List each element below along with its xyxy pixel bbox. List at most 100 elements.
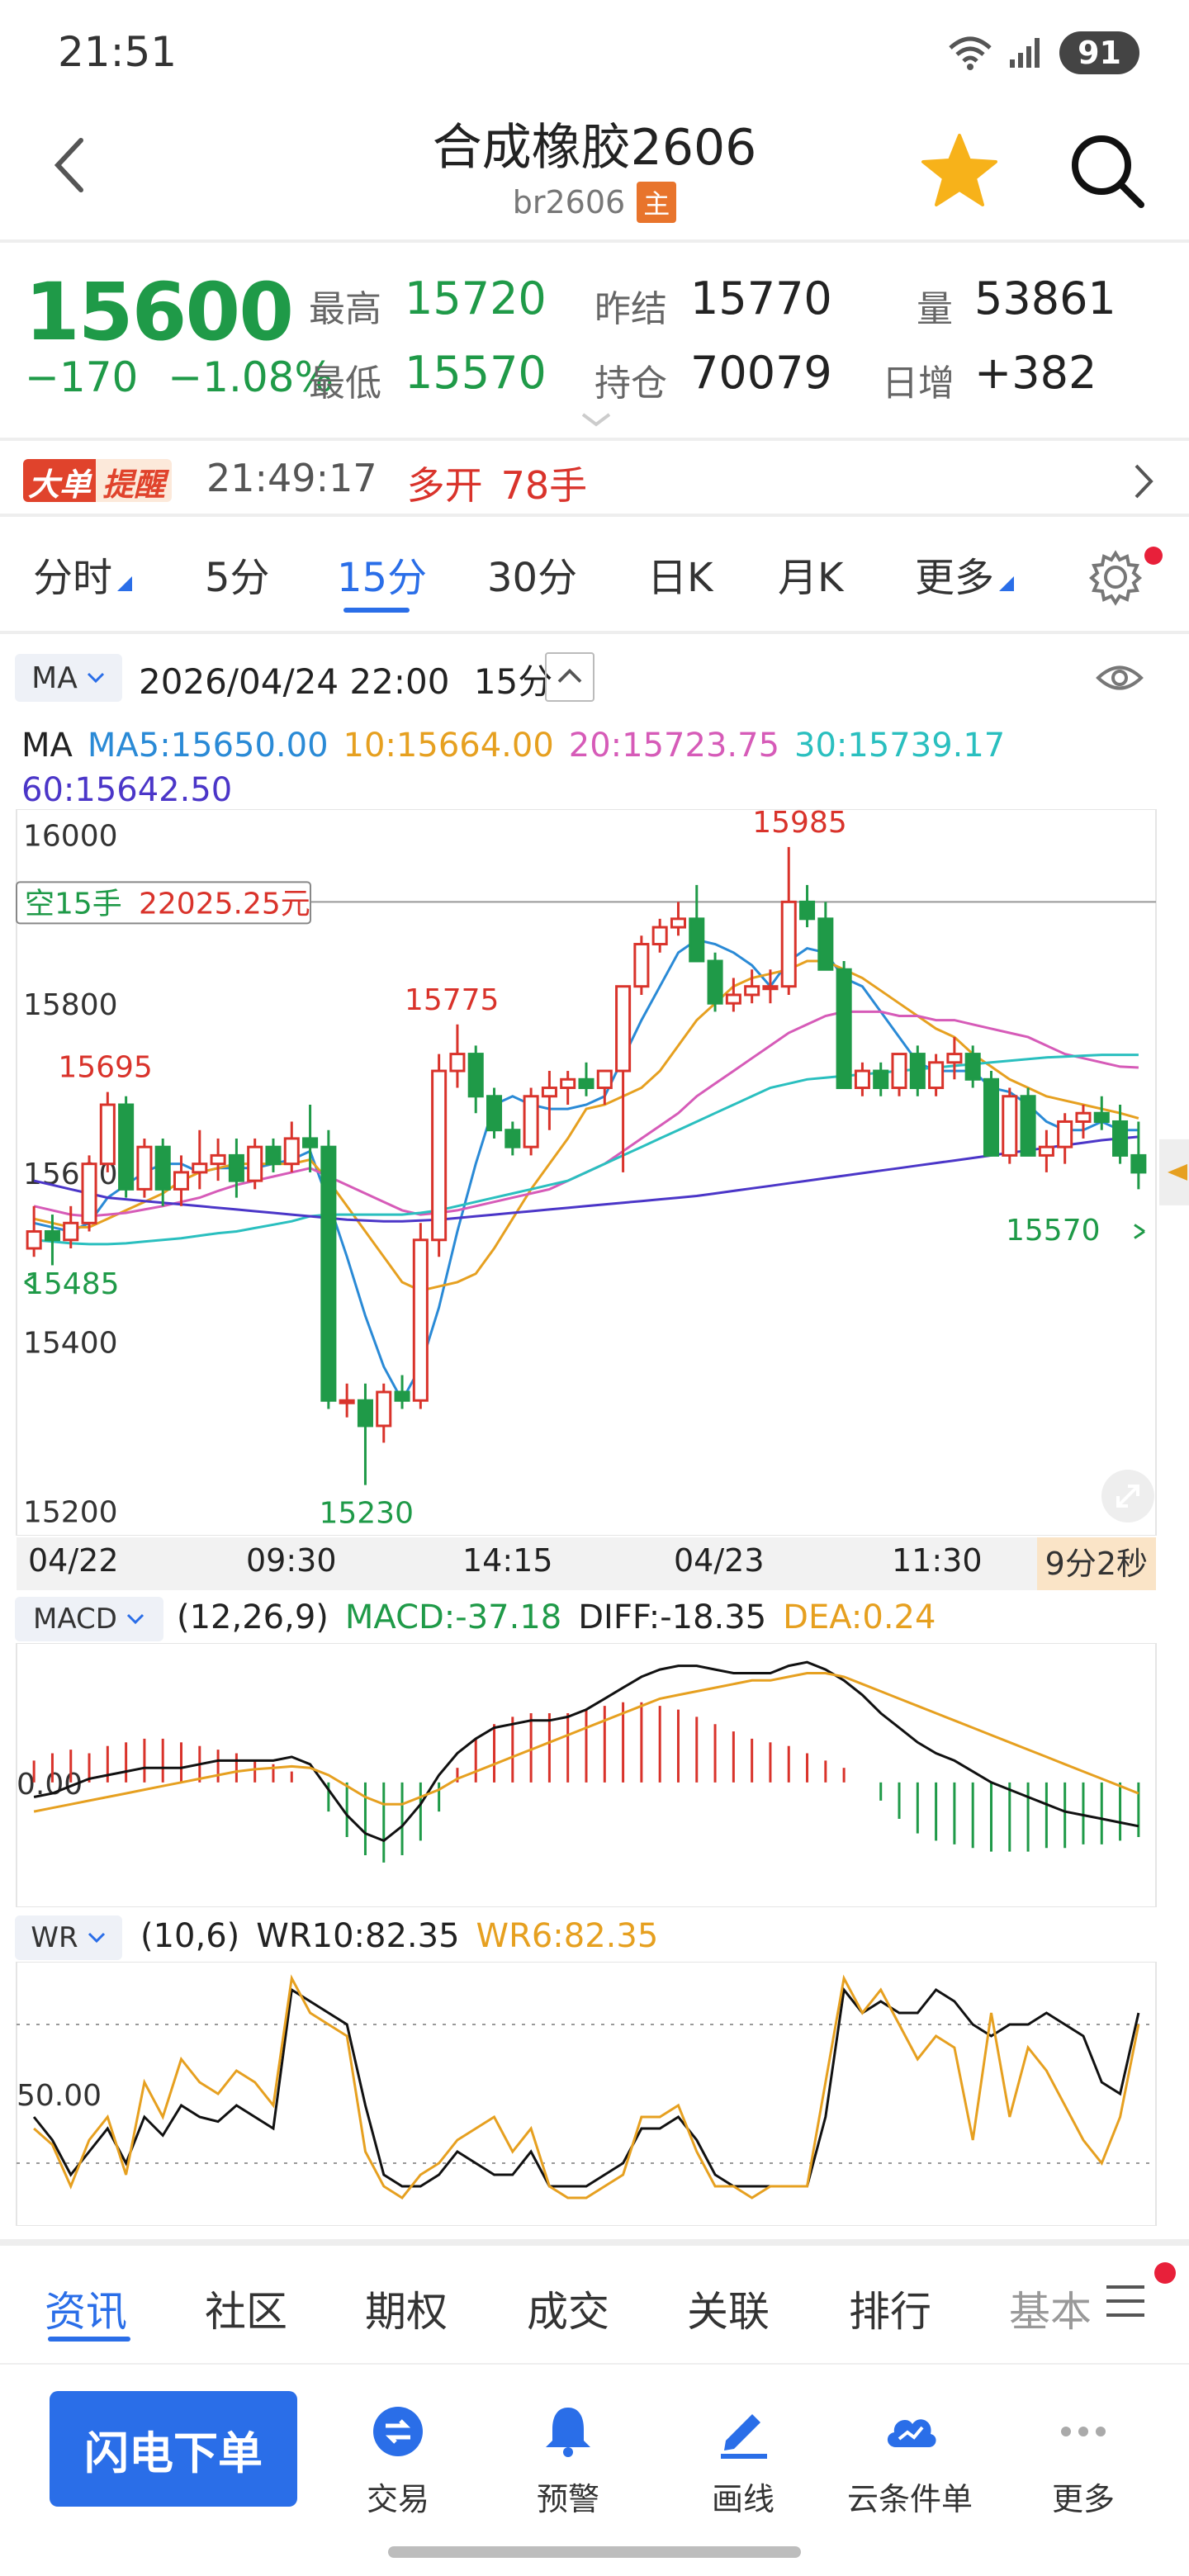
tab-label: 30分	[487, 555, 578, 601]
period-tabs: 分时 5分 15分 30分 日K 月K 更多	[0, 545, 1189, 613]
candle	[192, 1129, 208, 1190]
candle	[560, 1071, 576, 1105]
more-icon	[1061, 2427, 1106, 2436]
price-change: −170 −1.08%	[25, 353, 334, 401]
macd-chart[interactable]: 0.00	[0, 1643, 1189, 1907]
candle	[449, 1024, 466, 1088]
prev-settle-label: 昨结	[594, 288, 667, 330]
tab-label: 月K	[778, 555, 844, 601]
contract-code-row: br2606 主	[0, 182, 1189, 223]
candle	[1038, 1129, 1054, 1172]
candle	[210, 1138, 226, 1181]
toolbar-more[interactable]: 更多	[1009, 2394, 1158, 2518]
toolbar-trade[interactable]: 交易	[324, 2394, 472, 2518]
candle	[578, 1062, 594, 1096]
search-icon[interactable]	[1065, 129, 1148, 211]
page-title: 合成橡胶2606	[432, 119, 757, 177]
tab-1[interactable]: 5分	[205, 545, 270, 603]
ma30-value: 30:15739.17	[794, 727, 1006, 765]
candle	[339, 1383, 355, 1418]
main-indicator-select[interactable]: MA	[15, 654, 122, 702]
wr-indicator-label: WR	[31, 1921, 78, 1954]
dropdown-triangle-icon	[117, 576, 133, 591]
trade-icon	[373, 2407, 423, 2456]
fullscreen-icon[interactable]	[1101, 1470, 1154, 1522]
eye-icon[interactable]	[1095, 657, 1144, 698]
macd-info: (12,26,9) MACD:-37.18 DIFF:-18.35 DEA:0.24	[177, 1598, 952, 1636]
last-low-annotation: 15570	[1006, 1214, 1101, 1248]
wr-indicator-select[interactable]: WR	[15, 1915, 122, 1960]
tab-0[interactable]: 分时	[33, 545, 134, 603]
toolbar-cloud-order[interactable]: 云条件单	[836, 2394, 984, 2518]
tab-6[interactable]: 更多	[915, 545, 1016, 603]
low-value: 15570	[405, 347, 547, 399]
ma20-value: 20:15723.75	[568, 727, 780, 765]
tab-3[interactable]: 30分	[487, 545, 577, 603]
candle	[780, 846, 797, 995]
news-tab-4[interactable]: 关联	[687, 2279, 770, 2338]
candle	[467, 1045, 484, 1114]
big-order-alert[interactable]: 21:49:17 多开 78手	[206, 456, 587, 510]
news-tab-6[interactable]: 基本	[1009, 2279, 1092, 2338]
low-label: 最低	[309, 362, 381, 405]
candle	[891, 1053, 907, 1096]
wr-chart[interactable]: 50.00	[0, 1962, 1189, 2226]
tab-label: 15分	[337, 555, 428, 601]
dropdown-triangle-icon	[999, 576, 1015, 591]
favorite-star-icon[interactable]	[918, 129, 1001, 211]
tab-label: 分时	[33, 555, 113, 601]
candle	[909, 1045, 926, 1096]
candle	[283, 1121, 300, 1172]
toolbar-more-label: 更多	[1051, 2481, 1115, 2517]
news-tab-3[interactable]: 成交	[527, 2279, 609, 2338]
tab-label: 更多	[915, 555, 995, 601]
flash-order-button[interactable]: 闪电下单	[50, 2391, 297, 2507]
gear-icon[interactable]	[1087, 548, 1144, 606]
chevron-right-icon[interactable]	[1131, 461, 1156, 502]
tab-2[interactable]: 15分	[337, 545, 427, 603]
main-indicator-label: MA	[31, 661, 78, 695]
candle	[854, 1062, 870, 1096]
toolbar-draw[interactable]: 画线	[669, 2394, 817, 2518]
alert-logo-b: 提醒	[96, 459, 173, 503]
daily-increase-label: 日增	[882, 362, 955, 405]
candle	[817, 902, 834, 971]
candle	[670, 902, 687, 936]
ma-prefix: MA	[21, 727, 73, 765]
candle	[873, 1062, 889, 1096]
macd-indicator-select[interactable]: MACD	[15, 1597, 163, 1641]
pending-order-tag[interactable]: 空15手 22025.25元	[16, 881, 311, 925]
news-tab-2[interactable]: 期权	[365, 2279, 448, 2338]
chevron-up-icon[interactable]	[545, 652, 594, 702]
candle	[431, 1054, 448, 1257]
wr6-value: WR6:82.35	[476, 1917, 659, 1955]
pending-order-label: 空15手	[25, 887, 122, 921]
candle	[357, 1383, 373, 1485]
candle	[836, 961, 852, 1090]
y-tick-label: 16000	[23, 819, 118, 853]
news-tab-1[interactable]: 社区	[205, 2279, 287, 2338]
news-tab-0[interactable]: 资讯	[45, 2279, 127, 2338]
candle	[376, 1383, 392, 1443]
status-time: 21:51	[58, 28, 178, 76]
expand-chevron-icon[interactable]	[578, 410, 614, 429]
high-label: 最高	[309, 288, 381, 330]
toolbar-alert[interactable]: 预警	[494, 2394, 642, 2518]
y-tick-label: 15200	[23, 1495, 118, 1529]
time-axis-label: 14:15	[462, 1542, 553, 1579]
macd-indicator-label: MACD	[33, 1603, 117, 1636]
menu-icon[interactable]	[1103, 2282, 1148, 2320]
tab-4[interactable]: 日K	[647, 545, 713, 603]
kline-date-value: 2026/04/24 22:00	[139, 661, 450, 702]
ma-line-1	[33, 959, 1139, 1292]
candle	[983, 1071, 1000, 1157]
news-tab-5[interactable]: 排行	[849, 2279, 931, 2338]
kline-chart[interactable]: 1600015800156001540015200空15手 22025.25元15…	[0, 809, 1189, 1536]
divider	[0, 514, 1189, 517]
wr-line-1	[33, 1974, 1140, 2200]
kline-period: 15分	[473, 661, 553, 702]
candle	[1057, 1113, 1073, 1164]
tab-5[interactable]: 月K	[778, 545, 843, 603]
toolbar-draw-label: 画线	[711, 2481, 775, 2517]
price-annotation: 15985	[752, 809, 847, 840]
